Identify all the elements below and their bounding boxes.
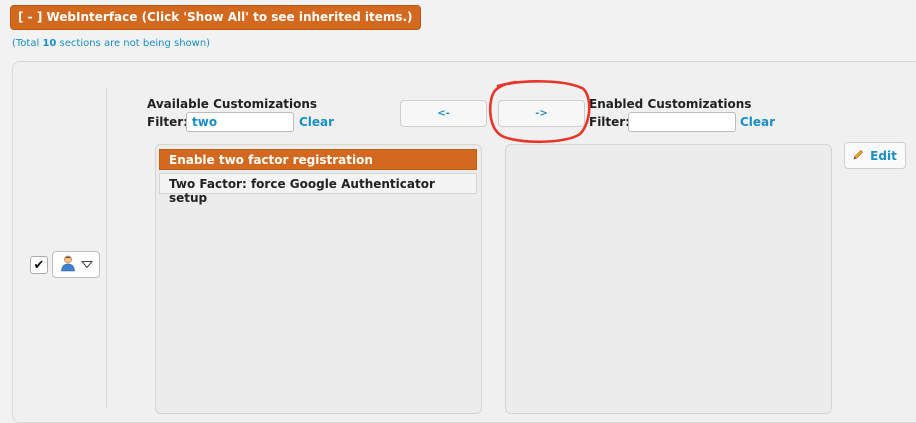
move-right-button[interactable]: -> [498, 100, 585, 127]
row-checkbox[interactable]: ✔ [30, 256, 48, 274]
enabled-filter-input[interactable] [628, 112, 736, 132]
user-icon [59, 254, 77, 275]
column-divider [106, 88, 107, 408]
enabled-customizations-list[interactable] [505, 144, 832, 414]
available-customizations-list[interactable]: Enable two factor registration Two Facto… [155, 144, 482, 414]
available-filter-input[interactable] [186, 112, 294, 132]
available-title: Available Customizations [147, 97, 318, 111]
available-clear-link[interactable]: Clear [299, 115, 334, 129]
chevron-down-icon [80, 258, 94, 272]
edit-label: Edit [870, 148, 897, 163]
edit-button[interactable]: Edit [844, 142, 906, 169]
list-item-enable-two-factor[interactable]: Enable two factor registration [159, 149, 477, 170]
enabled-filter-label: Filter: [589, 115, 631, 129]
hidden-note-suffix: sections are not being shown) [56, 38, 211, 49]
user-dropdown[interactable] [52, 251, 100, 278]
hidden-count: 10 [42, 38, 57, 49]
hidden-note-prefix: (Total [12, 38, 43, 49]
section-header-webinterface[interactable]: [ - ] WebInterface (Click 'Show All' to … [10, 5, 421, 30]
available-filter-label: Filter: [147, 115, 189, 129]
pencil-icon [853, 149, 864, 163]
enabled-title: Enabled Customizations [589, 97, 752, 111]
list-item-force-google-authenticator[interactable]: Two Factor: force Google Authenticator s… [159, 173, 477, 205]
enabled-clear-link[interactable]: Clear [740, 115, 775, 129]
move-left-button[interactable]: <- [400, 100, 487, 127]
hidden-sections-note: (Total 10 sections are not being shown) [12, 38, 210, 49]
